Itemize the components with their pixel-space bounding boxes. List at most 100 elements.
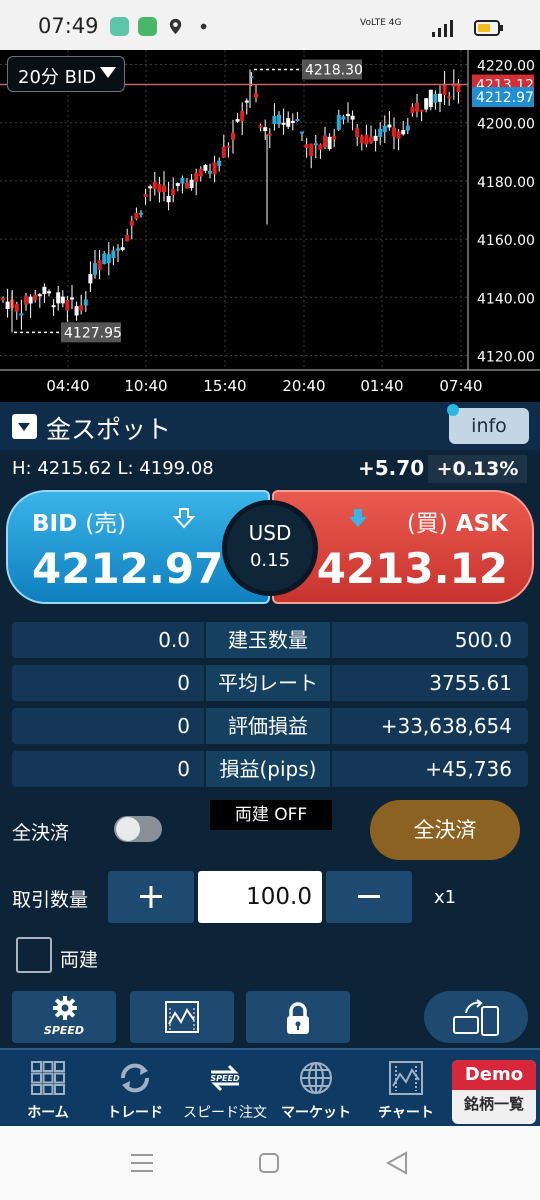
candle-body — [369, 136, 373, 143]
status-bar: 07:49 VoLTE 4G — [0, 0, 540, 50]
candle-body — [295, 119, 300, 122]
candle-body — [106, 254, 111, 264]
candle-body — [65, 299, 70, 311]
candle-body — [300, 131, 304, 134]
chart-line-icon — [165, 1001, 199, 1033]
candle-body — [217, 160, 222, 166]
candle-body — [447, 96, 452, 99]
candle-body — [37, 294, 42, 297]
plus-icon — [140, 886, 162, 908]
candle-body — [93, 263, 97, 275]
position-right-value: +33,638,654 — [332, 708, 528, 744]
bid-label: BID (売) — [32, 504, 126, 538]
nav-market-label: マーケット — [281, 1105, 351, 1121]
candle-body — [378, 128, 383, 137]
candle-body — [332, 136, 337, 140]
demo-badge: Demo — [452, 1060, 536, 1090]
candle-body — [194, 173, 199, 182]
candle-body — [240, 110, 245, 122]
lock-icon — [287, 1002, 309, 1034]
price-chart[interactable]: 4218.30 4127.95 4220.00 4200.00 4180.00 4160.… — [0, 50, 540, 402]
info-button[interactable]: info — [449, 408, 529, 444]
candle-body — [42, 286, 47, 295]
nav-chart-label: チャート — [378, 1105, 434, 1121]
nav-speed-order[interactable]: SPEED スピード注文 — [177, 1050, 273, 1128]
rotate-device-icon — [453, 999, 499, 1036]
nav-home[interactable]: ホーム — [0, 1050, 96, 1128]
position-row: 0 評価損益 +33,638,654 — [12, 708, 528, 744]
down-arrow-outline-icon — [172, 508, 196, 529]
position-row: 0.0 建玉数量 500.0 — [12, 622, 528, 658]
close-all-toggle[interactable] — [114, 816, 162, 842]
increase-quantity-button[interactable] — [108, 871, 194, 923]
ask-side-text: (買) — [406, 511, 448, 537]
quantity-input[interactable]: 100.0 — [198, 871, 322, 923]
candle-body — [415, 103, 419, 112]
candle-body — [318, 144, 323, 150]
candle-body — [235, 119, 240, 122]
symbol-name[interactable]: 金スポット — [46, 410, 171, 446]
high-marker-label: 4218.30 — [305, 62, 363, 78]
globe-icon — [300, 1062, 332, 1094]
candle-body — [346, 114, 350, 117]
candle-body — [5, 301, 10, 310]
location-icon — [169, 18, 182, 35]
close-all-button[interactable]: 全決済 — [370, 800, 520, 860]
price-change: +5.70 — [358, 456, 425, 480]
price-change-pct: +0.13% — [428, 455, 527, 483]
y-tick-label: 4160.00 — [477, 233, 535, 249]
rotate-screen-button[interactable] — [424, 991, 528, 1043]
nav-trade[interactable]: トレード — [87, 1050, 183, 1128]
candle-body — [286, 118, 291, 127]
y-tick-label: 4200.00 — [477, 117, 535, 133]
nav-home-label: ホーム — [27, 1105, 69, 1121]
timeframe-select[interactable]: 20分 BID — [7, 56, 125, 92]
y-tick-label: 4180.00 — [477, 175, 535, 191]
candle-body — [134, 212, 139, 220]
candle-body — [143, 194, 148, 197]
minus-icon — [358, 895, 380, 898]
candle-body — [419, 109, 424, 112]
candlestick-chart[interactable]: 4218.30 4127.95 4220.00 4200.00 4180.00 4160.… — [0, 50, 540, 402]
nav-chart[interactable]: チャート — [358, 1050, 454, 1128]
candle-body — [254, 93, 258, 98]
candle-body — [433, 94, 438, 103]
candle-body — [83, 299, 88, 306]
position-right-value: +45,736 — [332, 751, 528, 787]
y-tick-label: 4140.00 — [477, 291, 535, 307]
chart-indicator-button[interactable] — [130, 991, 234, 1043]
recents-icon[interactable] — [130, 1152, 154, 1174]
candle-body — [244, 100, 249, 103]
bid-label-text: BID — [32, 511, 78, 537]
ask-label: (買) ASK — [407, 504, 508, 538]
home-icon[interactable] — [258, 1152, 280, 1174]
lock-button[interactable] — [246, 991, 350, 1043]
info-badge-dot — [447, 404, 459, 416]
candle-body — [125, 234, 130, 242]
quote-panel: BID (売) 4212.97 (買) ASK 4213.12 USD 0.15 — [0, 486, 540, 610]
candle-body — [313, 143, 318, 146]
position-label: 建玉数量 — [206, 622, 330, 658]
hedge-checkbox-label: 両建 — [60, 949, 99, 971]
candle-body — [139, 212, 143, 215]
back-icon[interactable] — [384, 1150, 410, 1176]
symbol-dropdown-icon[interactable] — [12, 414, 37, 439]
candle-body — [438, 93, 442, 102]
candle-body — [359, 136, 364, 144]
candle-body — [180, 177, 185, 184]
battery-icon — [474, 20, 503, 36]
multiplier-label[interactable]: x1 — [434, 887, 456, 908]
order-controls: 全決済 両建 OFF 全決済 取引数量 100.0 x1 両建 SPEED — [0, 796, 540, 1048]
decrease-quantity-button[interactable] — [326, 871, 412, 923]
candle-body — [231, 132, 235, 140]
candle-body — [263, 127, 268, 132]
signal-icon — [432, 20, 453, 37]
nav-market[interactable]: マーケット — [268, 1050, 364, 1128]
symbol-list-button[interactable]: Demo 銘柄一覧 — [452, 1060, 536, 1124]
candle-body — [70, 297, 74, 300]
hedge-checkbox[interactable] — [16, 937, 52, 973]
chart-icon — [389, 1061, 423, 1095]
speed-settings-button[interactable]: SPEED — [12, 991, 116, 1043]
candle-body — [442, 83, 447, 96]
candle-body — [277, 114, 281, 125]
